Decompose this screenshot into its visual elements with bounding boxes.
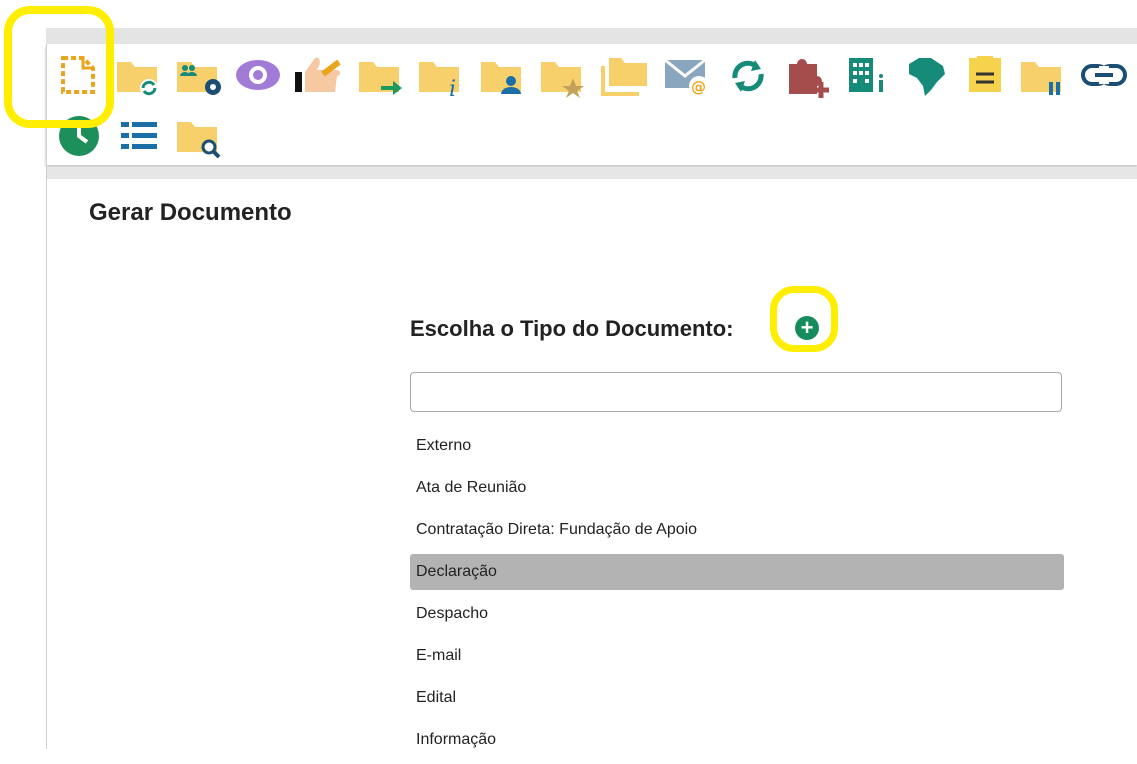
- document-type-item[interactable]: Externo: [410, 428, 1064, 464]
- puzzle-add-icon[interactable]: [785, 54, 833, 98]
- svg-text:i: i: [449, 77, 456, 98]
- clock-icon[interactable]: [57, 114, 101, 158]
- document-type-item[interactable]: Contratação Direta: Fundação de Apoio: [410, 512, 1064, 548]
- document-type-item[interactable]: Ata de Reunião: [410, 470, 1064, 506]
- toolbar-top-border: [46, 28, 1137, 44]
- folder-users-settings-icon[interactable]: [175, 56, 227, 98]
- page-title: Gerar Documento: [89, 199, 292, 226]
- email-icon[interactable]: @: [663, 54, 713, 98]
- folder-info-icon[interactable]: i: [417, 56, 465, 98]
- document-type-item[interactable]: Informação: [410, 722, 1064, 758]
- folder-user-icon[interactable]: [479, 56, 527, 98]
- document-type-item[interactable]: E-mail: [410, 638, 1064, 674]
- thumbs-up-icon[interactable]: [291, 54, 345, 96]
- note-icon[interactable]: [965, 54, 1005, 96]
- top-strip: [0, 0, 1137, 30]
- document-type-item[interactable]: Despacho: [410, 596, 1064, 632]
- toolbar: i @: [46, 44, 1137, 165]
- folder-send-icon[interactable]: [357, 56, 405, 98]
- folder-search-icon[interactable]: [175, 116, 225, 160]
- link-icon[interactable]: [1079, 58, 1129, 92]
- brazil-map-icon[interactable]: [903, 52, 949, 98]
- document-type-list: Externo Ata de Reunião Contratação Direta:…: [410, 428, 1064, 764]
- folder-pause-icon[interactable]: [1019, 56, 1067, 98]
- svg-text:@: @: [691, 78, 706, 96]
- building-icon[interactable]: [845, 54, 889, 96]
- content-left-border: [46, 165, 47, 749]
- new-document-icon[interactable]: [59, 54, 97, 96]
- choose-document-type-label: Escolha o Tipo do Documento:: [410, 316, 734, 341]
- content-top-separator: [47, 167, 1137, 179]
- eye-icon[interactable]: [233, 58, 283, 92]
- folders-icon[interactable]: [599, 54, 651, 98]
- document-type-item[interactable]: Edital: [410, 680, 1064, 716]
- add-document-type-button[interactable]: +: [795, 316, 819, 340]
- refresh-icon[interactable]: [727, 56, 769, 96]
- document-type-search-input[interactable]: [410, 372, 1062, 412]
- folder-star-icon[interactable]: [539, 56, 587, 98]
- document-type-item[interactable]: Declaração: [410, 554, 1064, 590]
- list-icon[interactable]: [119, 118, 159, 156]
- folder-sync-icon[interactable]: [115, 56, 163, 98]
